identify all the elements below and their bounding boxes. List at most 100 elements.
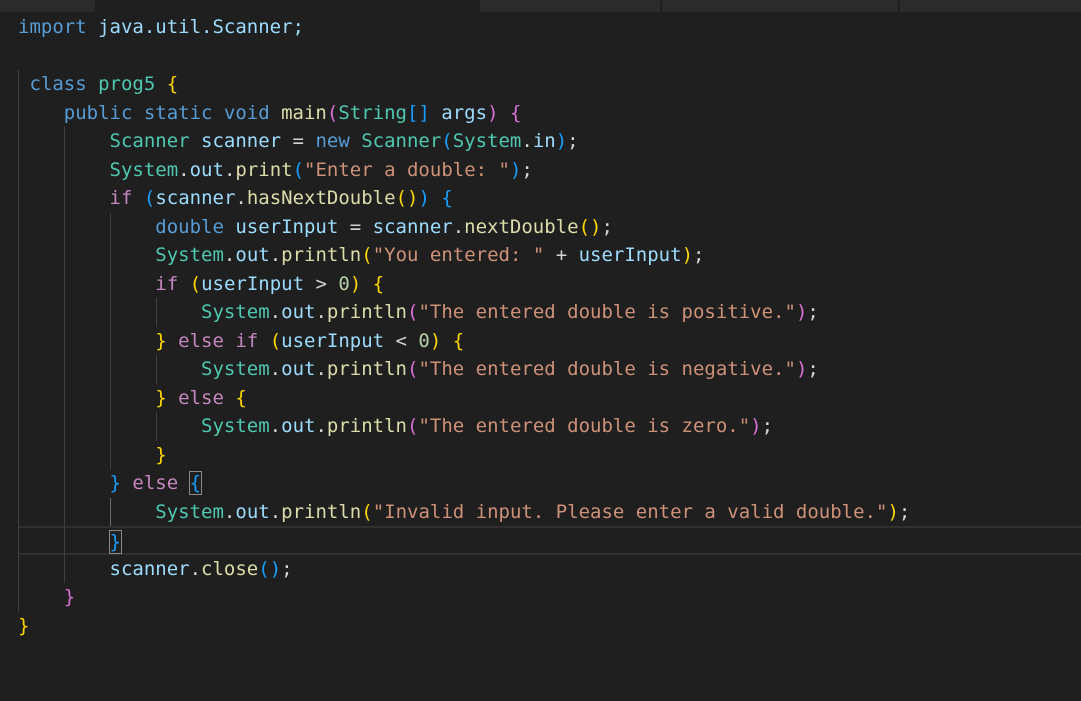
code-token: ) — [487, 101, 499, 124]
code-token: else — [166, 386, 236, 409]
code-token: } — [108, 530, 123, 554]
code-token: . — [315, 415, 327, 437]
code-token: nextDouble — [464, 215, 579, 238]
code-token: System — [109, 158, 179, 181]
code-line[interactable]: public static void main(String[] args) { — [18, 99, 522, 128]
code-token: } — [155, 329, 167, 352]
code-line[interactable]: System.out.println("The entered double i… — [18, 298, 819, 327]
code-line[interactable]: Scanner scanner = new Scanner(System.in)… — [18, 127, 579, 156]
code-token: ) — [555, 130, 568, 152]
code-line[interactable]: System.out.println("Invalid input. Pleas… — [18, 498, 910, 527]
code-token: ( — [406, 358, 419, 380]
code-token: println — [326, 358, 407, 380]
code-line[interactable]: class prog5 { — [18, 70, 178, 99]
code-token: ; — [281, 557, 293, 580]
code-token: . — [521, 130, 533, 152]
code-token: System — [155, 244, 224, 266]
code-token: [] — [406, 101, 430, 124]
code-line[interactable]: System.out.println("The entered double i… — [18, 355, 819, 384]
code-token: } — [109, 472, 121, 494]
code-token: userInput — [281, 329, 385, 352]
code-token: { — [235, 386, 247, 409]
code-line[interactable]: System.out.println("The entered double i… — [18, 412, 773, 441]
code-token: else — [120, 472, 190, 494]
code-token: ( — [406, 301, 419, 323]
indent-guide — [18, 70, 19, 612]
code-token: . — [223, 158, 236, 181]
code-token: { — [509, 101, 522, 124]
code-token: out — [235, 500, 270, 523]
code-token: if — [109, 187, 133, 209]
code-line[interactable]: } else { — [18, 469, 203, 498]
code-token: ; — [693, 244, 705, 266]
code-line[interactable]: double userInput = scanner.nextDouble(); — [18, 213, 613, 242]
code-token: Scanner — [361, 130, 442, 152]
code-token: . — [452, 215, 465, 238]
code-editor[interactable]: import java.util.Scanner; class prog5 { … — [0, 12, 1081, 701]
code-token: ) — [887, 500, 899, 523]
indent-guide — [110, 212, 111, 469]
code-token: class — [18, 73, 99, 95]
code-token: println — [326, 415, 407, 437]
code-line[interactable]: import java.util.Scanner; — [18, 13, 304, 42]
code-line[interactable]: } else if (userInput < 0) { — [18, 327, 464, 356]
code-token: ) — [349, 272, 362, 295]
code-token: } — [18, 614, 30, 637]
code-token: main — [281, 101, 327, 124]
code-token: () — [395, 187, 419, 209]
code-token: close — [201, 557, 259, 580]
code-token: hasNextDouble — [246, 187, 396, 209]
code-line-current[interactable]: } — [18, 526, 1081, 555]
code-line[interactable]: } else { — [18, 384, 247, 413]
code-line[interactable]: if (userInput > 0) { — [18, 270, 384, 299]
code-token: } — [155, 386, 167, 409]
code-token: in — [532, 130, 556, 152]
code-token: { — [372, 272, 385, 295]
code-token: java.util.Scanner; — [86, 16, 304, 38]
code-line[interactable]: System.out.print("Enter a double: "); — [18, 156, 533, 185]
tab-strip-segment — [662, 0, 898, 12]
code-token: println — [326, 301, 407, 323]
code-token: ( — [441, 130, 453, 152]
code-token: ( — [361, 500, 373, 523]
code-token: ) — [681, 244, 694, 266]
code-token: ) — [795, 301, 808, 323]
code-token: import — [18, 16, 87, 38]
code-token: . — [269, 415, 282, 437]
code-token: public static void — [18, 101, 282, 124]
code-token: . — [269, 358, 282, 380]
code-token: println — [281, 244, 362, 266]
code-token: ( — [143, 187, 156, 209]
code-token: . — [269, 244, 282, 266]
code-line[interactable]: } — [18, 583, 75, 612]
code-token: "The entered double is positive." — [418, 301, 796, 323]
code-token: "Enter a double: " — [304, 158, 510, 181]
code-line[interactable]: } — [18, 441, 166, 470]
code-token: ( — [292, 158, 305, 181]
editor-tab-strip — [0, 0, 1081, 12]
indent-guide — [156, 355, 157, 384]
code-token: else if — [166, 329, 270, 352]
code-token: ; — [807, 301, 819, 323]
code-token: ( — [406, 415, 419, 437]
code-line[interactable]: } — [18, 612, 29, 641]
code-token: . — [178, 158, 190, 181]
code-line[interactable]: if (scanner.hasNextDouble()) { — [18, 184, 453, 213]
tab-strip-segment — [0, 0, 95, 12]
indent-guide — [156, 412, 157, 441]
code-token: scanner — [372, 215, 453, 238]
code-token: String — [338, 101, 407, 124]
code-line[interactable]: scanner.close(); — [18, 555, 293, 584]
code-token: { — [166, 73, 179, 95]
code-token: "The entered double is zero." — [418, 415, 751, 437]
indent-guide — [64, 127, 65, 583]
code-line[interactable]: System.out.println("You entered: " + use… — [18, 241, 704, 270]
